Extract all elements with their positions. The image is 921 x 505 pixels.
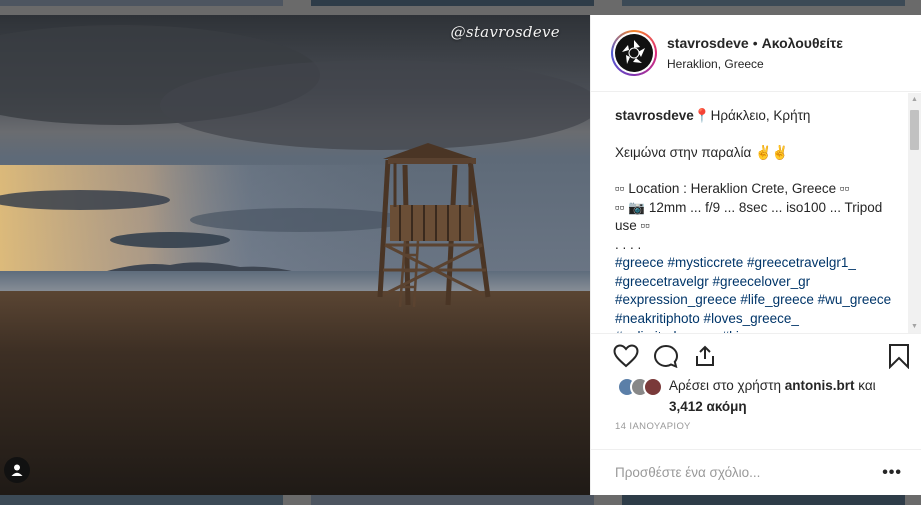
background-tile (622, 0, 905, 6)
caption-hashtags[interactable]: #greece #mysticcrete #greecetravelgr1_ #… (615, 254, 898, 333)
background-grid-top (0, 0, 921, 6)
like-heart-icon[interactable] (613, 343, 639, 368)
liker-avatars[interactable] (617, 375, 669, 399)
following-button[interactable]: Ακολουθείτε (762, 35, 843, 51)
post-photo[interactable]: @stavrosdeve (0, 15, 590, 495)
location-link[interactable]: Heraklion, Greece (667, 57, 843, 71)
likes-text: Αρέσει στο χρήστη antonis.brt και 3,412 … (669, 378, 876, 414)
post-header: stavrosdeve • Ακολουθείτε Heraklion, Greec… (591, 15, 921, 92)
caption-username-link[interactable]: stavrosdeve (615, 108, 694, 123)
post-caption: stavrosdeve📍Ηράκλειο, Κρήτη ﹋﹋﹋﹋﹋﹋﹋﹋﹋﹋﹋﹋… (591, 93, 921, 333)
aperture-logo-icon (617, 36, 651, 70)
more-options-icon[interactable]: ••• (882, 464, 902, 482)
background-tile (622, 495, 905, 505)
background-tile (311, 495, 594, 505)
scroll-down-arrow-icon[interactable]: ▼ (908, 320, 921, 333)
author-username-link[interactable]: stavrosdeve (667, 35, 749, 51)
share-icon[interactable] (693, 344, 717, 368)
background-tile (311, 0, 594, 6)
caption-divider: ﹋﹋﹋﹋﹋﹋﹋﹋﹋﹋﹋﹋﹋﹋﹋﹋﹋﹋﹋﹋﹋﹋ (615, 125, 836, 136)
liker-username-link[interactable]: antonis.brt (785, 378, 855, 393)
beach-lifeguard-tower-image (0, 15, 590, 495)
background-tile (0, 495, 283, 505)
post-details-panel: stavrosdeve • Ακολουθείτε Heraklion, Greec… (590, 15, 921, 495)
background-grid-bottom (0, 495, 921, 505)
caption-scrollbar[interactable]: ▲ ▼ (908, 93, 921, 333)
tagged-users-icon[interactable] (4, 457, 30, 483)
likes-count-link[interactable]: 3,412 ακόμη (669, 399, 747, 414)
caption-settings-line: ▫▫ 📷 12mm ... f/9 ... 8sec ... iso100 ..… (615, 199, 883, 234)
author-avatar[interactable] (611, 30, 657, 76)
caption-divider: ﹋﹋﹋﹋﹋﹋﹋﹋﹋﹋﹋﹋﹋﹋﹋﹋﹋﹋﹋﹋﹋﹋ (615, 162, 836, 172)
separator-dot: • (752, 35, 758, 51)
caption-dots: . . . . (615, 236, 642, 252)
add-comment-bar: ••• (591, 449, 921, 495)
background-tile (0, 0, 283, 6)
caption-title: 📍Ηράκλειο, Κρήτη (693, 108, 811, 123)
save-bookmark-icon[interactable] (888, 343, 910, 369)
scroll-up-arrow-icon[interactable]: ▲ (908, 93, 921, 106)
post-actions-bar (591, 333, 921, 377)
comment-input[interactable] (615, 465, 883, 480)
likes-summary: Αρέσει στο χρήστη antonis.brt και 3,412 … (617, 375, 907, 417)
liker-avatar (643, 377, 663, 397)
post-date[interactable]: 14 ΙΑΝΟΥΑΡΙΟΥ (615, 421, 691, 432)
comment-bubble-icon[interactable] (653, 344, 679, 368)
caption-subtitle: Χειμώνα στην παραλία ✌✌ (615, 144, 789, 160)
scrollbar-thumb[interactable] (910, 110, 919, 150)
caption-location-line: ▫▫ Location : Heraklion Crete, Greece ▫▫ (615, 181, 850, 196)
photo-watermark: @stavrosdeve (450, 23, 560, 41)
caption-scroll-area[interactable]: stavrosdeve📍Ηράκλειο, Κρήτη ﹋﹋﹋﹋﹋﹋﹋﹋﹋﹋﹋﹋… (591, 93, 921, 333)
